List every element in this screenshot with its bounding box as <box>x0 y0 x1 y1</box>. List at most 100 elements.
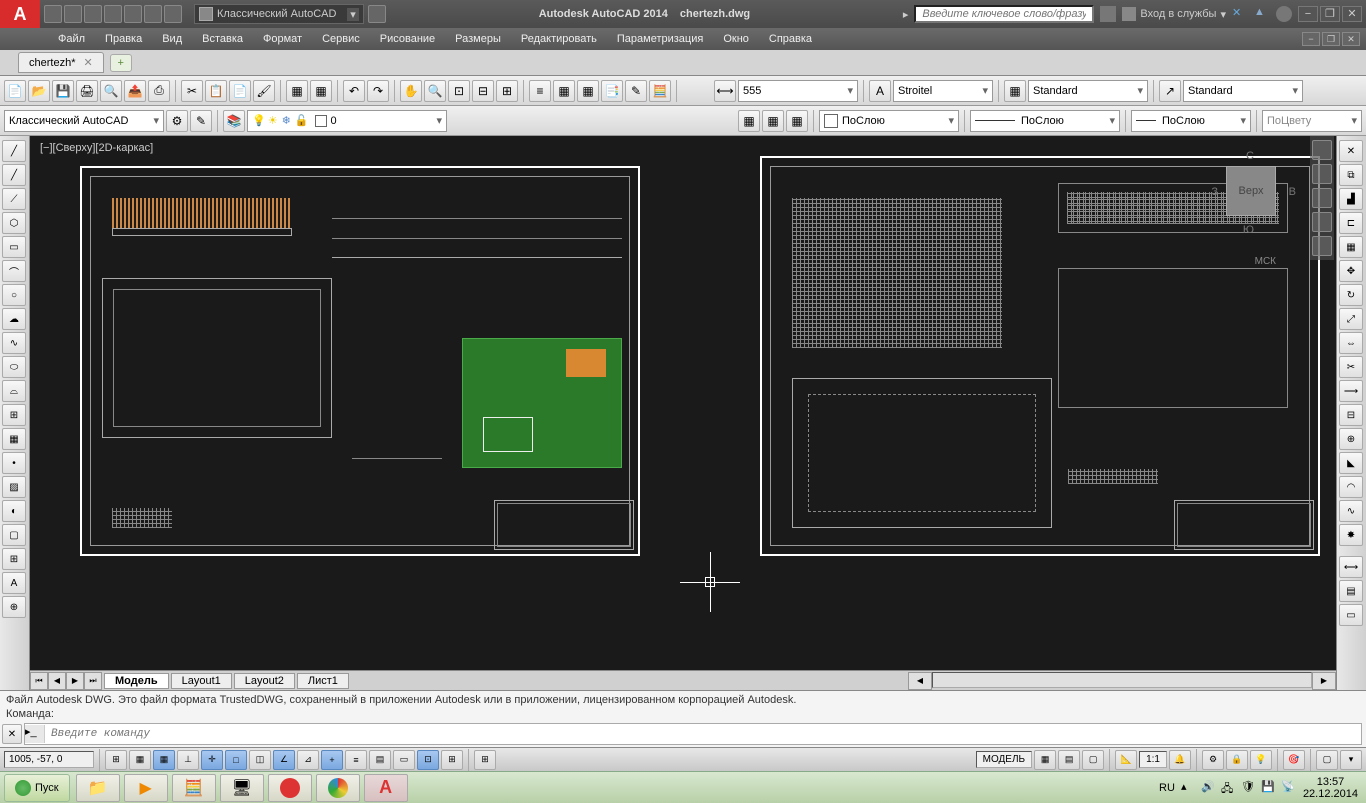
otrack-icon[interactable]: ∠ <box>273 750 295 770</box>
status-clean-icon[interactable]: ▢ <box>1316 750 1338 770</box>
array-icon[interactable]: ▦ <box>1339 236 1363 258</box>
qat-redo-icon[interactable] <box>164 5 182 23</box>
lwt-icon[interactable]: ≡ <box>345 750 367 770</box>
trim-icon[interactable]: ✂ <box>1339 356 1363 378</box>
ellipsearc-icon[interactable]: ⌓ <box>2 380 26 402</box>
workspace2-select[interactable]: Классический AutoCAD▾ <box>4 110 164 132</box>
qat-more-icon[interactable] <box>368 5 386 23</box>
qcalc-icon[interactable]: 🧮 <box>649 80 671 102</box>
nav-wheel-icon[interactable] <box>1312 140 1332 160</box>
select-icon[interactable]: ▭ <box>1339 604 1363 626</box>
status-lock-icon[interactable]: 🔒 <box>1226 750 1248 770</box>
tray-safely-icon[interactable]: 💾 <box>1261 780 1277 796</box>
search-input[interactable] <box>914 5 1094 23</box>
block-icon[interactable]: ▦ <box>286 80 308 102</box>
task-opera[interactable] <box>268 774 312 802</box>
qat-undo-icon[interactable] <box>144 5 162 23</box>
hscroll-right-icon[interactable]: ▶ <box>1312 672 1336 690</box>
blend-icon[interactable]: ∿ <box>1339 500 1363 522</box>
tray-network-icon[interactable]: 🖧 <box>1221 780 1237 796</box>
table-icon[interactable]: ⊞ <box>2 548 26 570</box>
rect-icon[interactable]: ▭ <box>2 236 26 258</box>
command-input[interactable] <box>45 726 1361 742</box>
layout-tab-2[interactable]: Layout2 <box>234 673 295 689</box>
lang-indicator[interactable]: RU <box>1159 782 1175 794</box>
table-style-icon[interactable]: ▦ <box>1004 80 1026 102</box>
qp-icon[interactable]: ▭ <box>393 750 415 770</box>
mleader-icon[interactable]: ↗ <box>1159 80 1181 102</box>
tpalette-icon[interactable]: ▦ <box>577 80 599 102</box>
doc-close-button[interactable]: ✕ <box>1342 32 1360 46</box>
maximize-button[interactable]: ❐ <box>1320 6 1340 22</box>
zoom-icon[interactable]: 🔍 <box>424 80 446 102</box>
ws-save-icon[interactable]: ✎ <box>190 110 212 132</box>
join-icon[interactable]: ⊕ <box>1339 428 1363 450</box>
tray-shield-icon[interactable]: 🛡 <box>1241 780 1257 796</box>
menu-dimension[interactable]: Размеры <box>447 31 509 47</box>
mtext-icon[interactable]: A <box>2 572 26 594</box>
table-style-select[interactable]: Standard▾ <box>1028 80 1148 102</box>
close-icon[interactable]: ✕ <box>83 56 92 69</box>
qat-plot-icon[interactable] <box>124 5 142 23</box>
status-scale[interactable]: 1:1 <box>1139 751 1167 768</box>
infer-icon[interactable]: ⊞ <box>105 750 127 770</box>
qat-save-icon[interactable] <box>84 5 102 23</box>
redo-icon[interactable]: ↷ <box>367 80 389 102</box>
status-hw-icon[interactable]: 💡 <box>1250 750 1272 770</box>
pan-icon[interactable]: ✋ <box>400 80 422 102</box>
xline-icon[interactable]: ╱ <box>2 164 26 186</box>
spline-icon[interactable]: ∿ <box>2 332 26 354</box>
login-button[interactable]: Вход в службы ▾ <box>1122 7 1226 21</box>
new-icon[interactable]: 📄 <box>4 80 26 102</box>
dim-icon[interactable]: ⟷ <box>714 80 736 102</box>
tray-volume-icon[interactable]: 🔊 <box>1201 780 1217 796</box>
dcenter-icon[interactable]: ▦ <box>553 80 575 102</box>
lineweight-select[interactable]: ПоСлою▾ <box>1131 110 1251 132</box>
menu-file[interactable]: Файл <box>50 31 93 47</box>
erase-icon[interactable]: ✕ <box>1339 140 1363 162</box>
ducs-icon[interactable]: ⊿ <box>297 750 319 770</box>
status-tray-icon[interactable]: ▾ <box>1340 750 1362 770</box>
open-icon[interactable]: 📂 <box>28 80 50 102</box>
minimize-button[interactable]: − <box>1298 6 1318 22</box>
task-calc[interactable]: 🧮 <box>172 774 216 802</box>
draworder-icon[interactable]: ▤ <box>1339 580 1363 602</box>
command-prompt-icon[interactable]: ▸_ <box>25 725 45 743</box>
move-icon[interactable]: ✥ <box>1339 260 1363 282</box>
mirror-icon[interactable]: ▟ <box>1339 188 1363 210</box>
status-model[interactable]: МОДЕЛЬ <box>976 751 1032 768</box>
extend-icon[interactable]: ⟶ <box>1339 380 1363 402</box>
menu-draw[interactable]: Рисование <box>372 31 443 47</box>
drawing-canvas[interactable]: [−][Сверху][2D-каркас] <box>30 136 1336 690</box>
autocad-logo[interactable]: A <box>0 0 40 28</box>
mleader-style-select[interactable]: Standard▾ <box>1183 80 1303 102</box>
insert-icon[interactable]: ⊞ <box>2 404 26 426</box>
layout-next-icon[interactable]: ▶ <box>66 672 84 690</box>
status-iso-icon[interactable]: 🎯 <box>1283 750 1305 770</box>
new-tab-button[interactable]: + <box>110 54 132 72</box>
status-grid2-icon[interactable]: ▦ <box>1034 750 1056 770</box>
block-make-icon[interactable]: ▦ <box>2 428 26 450</box>
layer-props-icon[interactable]: 📚 <box>223 110 245 132</box>
nav-orbit-icon[interactable] <box>1312 212 1332 232</box>
publish-icon[interactable]: 📤 <box>124 80 146 102</box>
menu-insert[interactable]: Вставка <box>194 31 251 47</box>
dim-style-select[interactable]: 555▾ <box>738 80 858 102</box>
doc-restore-button[interactable]: ❐ <box>1322 32 1340 46</box>
status-qs-icon[interactable]: ▤ <box>1058 750 1080 770</box>
layer-prev-icon[interactable]: ▦ <box>786 110 808 132</box>
tray-show-icon[interactable]: ▴ <box>1181 780 1197 796</box>
offset-icon[interactable]: ⊏ <box>1339 212 1363 234</box>
menu-window[interactable]: Окно <box>715 31 757 47</box>
undo-icon[interactable]: ↶ <box>343 80 365 102</box>
viewport-label[interactable]: [−][Сверху][2D-каркас] <box>40 142 153 154</box>
layout-tab-1[interactable]: Layout1 <box>171 673 232 689</box>
exchange-icon[interactable]: ✕ <box>1232 6 1248 22</box>
save-icon[interactable]: 💾 <box>52 80 74 102</box>
addselected-icon[interactable]: ⊕ <box>2 596 26 618</box>
grid-icon[interactable]: ▦ <box>153 750 175 770</box>
hatch-icon[interactable]: ▨ <box>2 476 26 498</box>
tpy-icon[interactable]: ▤ <box>369 750 391 770</box>
pline-icon[interactable]: ⟋ <box>2 188 26 210</box>
fillet-icon[interactable]: ◠ <box>1339 476 1363 498</box>
